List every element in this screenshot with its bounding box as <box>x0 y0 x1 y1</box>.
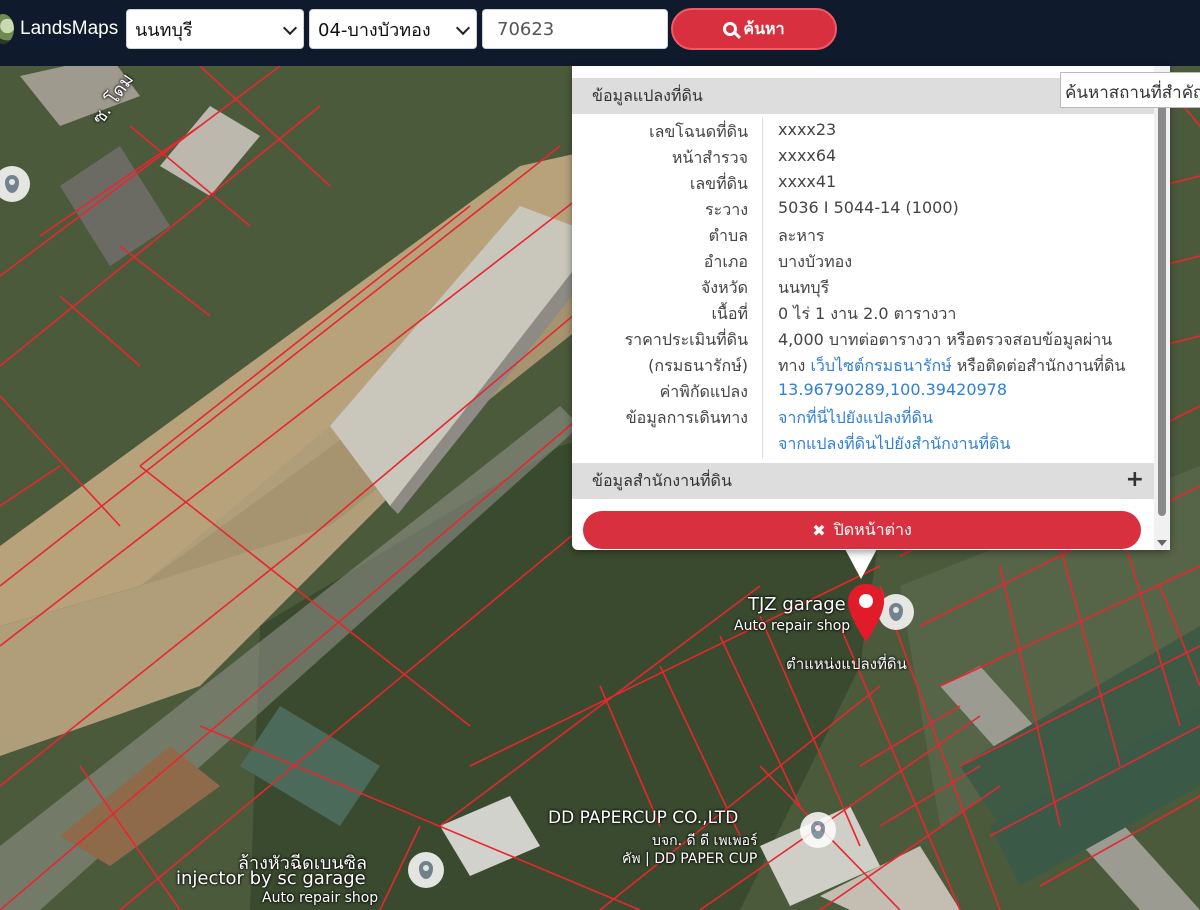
popup-scrollbar[interactable] <box>1154 66 1170 550</box>
row-label: หน้าสำรวจ <box>671 148 748 167</box>
search-button[interactable]: ค้นหา <box>671 8 837 50</box>
amphoe-select[interactable]: 04-บางบัวทอง <box>309 9 477 49</box>
scroll-down-arrow-icon[interactable] <box>1157 540 1167 546</box>
row-value: 0 ไร่ 1 งาน 2.0 ตารางวา <box>778 304 957 323</box>
info-row: จังหวัด นนทบุรี <box>572 276 1154 302</box>
poi-tjz-name[interactable]: TJZ garage <box>748 594 846 615</box>
info-row: เลขโฉนดที่ดิน xxxx23 <box>572 120 1154 146</box>
row-label: เลขที่ดิน <box>689 174 748 193</box>
row-value: xxxx64 <box>778 146 837 165</box>
row-label: ตำบล <box>708 226 748 245</box>
row-value: 4,000 บาทต่อตารางวา หรือตรวจสอบข้อมูลผ่า… <box>778 330 1113 349</box>
row-label: ระวาง <box>705 200 748 219</box>
info-row: ราคาประเมินที่ดิน 4,000 บาทต่อตารางวา หร… <box>572 328 1154 354</box>
parcel-number-input[interactable]: 70623 <box>482 9 668 49</box>
info-row: ค่าพิกัดแปลง 13.96790289,100.39420978 <box>572 380 1154 406</box>
section-title-office: ข้อมูลสำนักงานที่ดิน <box>592 470 732 490</box>
info-row: ระวาง 5036 I 5044-14 (1000) <box>572 198 1154 224</box>
top-bar: LandsMaps นนทบุรี 04-บางบัวทอง 70623 ค้น… <box>0 0 1200 66</box>
info-row: หน้าสำรวจ xxxx64 <box>572 146 1154 172</box>
scrollbar-thumb[interactable] <box>1158 76 1166 516</box>
poi-dd-name[interactable]: DD PAPERCUP CO.,LTD <box>548 808 738 828</box>
info-row: เลขที่ดิน xxxx41 <box>572 172 1154 198</box>
row-value: ทาง เว็บไซต์กรมธนารักษ์ หรือติดต่อสำนักง… <box>778 354 1125 379</box>
info-row: จากแปลงที่ดินไปยังสำนักงานที่ดิน <box>572 432 1154 458</box>
row-label: (กรมธนารักษ์) <box>648 356 748 375</box>
expand-plus-icon[interactable]: + <box>1126 467 1144 492</box>
price-prefix: ทาง <box>778 356 806 375</box>
place-search-box[interactable]: ค้นหาสถานที่สำคัญ <box>1060 72 1200 108</box>
place-search-label: ค้นหาสถานที่สำคัญ <box>1065 83 1200 103</box>
parcel-marker-label: ตำแหน่งแปลงที่ดิน <box>786 655 907 673</box>
section-header-office[interactable]: ข้อมูลสำนักงานที่ดิน + <box>572 463 1154 499</box>
coordinates-link[interactable]: 13.96790289,100.39420978 <box>778 380 1007 399</box>
row-value: บางบัวทอง <box>778 252 853 271</box>
poi-tjz-type: Auto repair shop <box>734 618 851 634</box>
row-value: xxxx23 <box>778 120 837 139</box>
poi-marker-icon[interactable] <box>408 852 444 888</box>
info-row: (กรมธนารักษ์) ทาง เว็บไซต์กรมธนารักษ์ หร… <box>572 354 1154 380</box>
row-label: เลขโฉนดที่ดิน <box>649 122 748 141</box>
globe-icon <box>0 14 14 44</box>
app-name: LandsMaps <box>20 18 119 39</box>
province-select[interactable]: นนทบุรี <box>126 9 304 49</box>
directions-to-office-link[interactable]: จากแปลงที่ดินไปยังสำนักงานที่ดิน <box>778 434 1010 453</box>
search-button-label: ค้นหา <box>743 18 785 38</box>
row-value: นนทบุรี <box>778 278 830 297</box>
treasury-website-link[interactable]: เว็บไซต์กรมธนารักษ์ <box>810 356 951 375</box>
amphoe-value: 04-บางบัวทอง <box>318 19 431 41</box>
section-title-parcel: ข้อมูลแปลงที่ดิน <box>592 85 703 105</box>
close-icon: ✖ <box>812 520 826 540</box>
province-value: นนทบุรี <box>135 19 193 41</box>
row-label: เนื้อที่ <box>711 304 748 323</box>
directions-to-parcel-link[interactable]: จากที่นี่ไปยังแปลงที่ดิน <box>778 408 933 427</box>
info-row: เนื้อที่ 0 ไร่ 1 งาน 2.0 ตารางวา <box>572 302 1154 328</box>
row-value: xxxx41 <box>778 172 837 191</box>
row-value: 5036 I 5044-14 (1000) <box>778 198 959 217</box>
parcel-info-popup: ข้อมูลแปลงที่ดิน เลขโฉนดที่ดิน xxxx23 หน… <box>572 66 1170 550</box>
chevron-down-icon <box>282 20 298 36</box>
row-label: อำเภอ <box>703 252 748 271</box>
info-row: อำเภอ บางบัวทอง <box>572 250 1154 276</box>
price-suffix: หรือติดต่อสำนักงานที่ดิน <box>956 356 1126 375</box>
parcel-number-value: 70623 <box>497 18 555 40</box>
close-window-label: ปิดหน้าต่าง <box>833 519 912 539</box>
logo[interactable]: LandsMaps <box>0 12 118 46</box>
chevron-down-icon <box>455 20 471 36</box>
close-window-button[interactable]: ✖ ปิดหน้าต่าง <box>583 511 1141 549</box>
row-value: ละหาร <box>778 226 825 245</box>
row-label: ราคาประเมินที่ดิน <box>624 330 748 349</box>
info-row: ข้อมูลการเดินทาง จากที่นี่ไปยังแปลงที่ดิ… <box>572 406 1154 432</box>
row-label: ค่าพิกัดแปลง <box>659 382 748 401</box>
poi-dd-sub: คัพ | DD PAPER CUP <box>622 851 758 867</box>
info-row: ตำบล ละหาร <box>572 224 1154 250</box>
popup-tail <box>845 549 877 579</box>
poi-sc-type: Auto repair shop <box>262 890 379 906</box>
search-icon <box>723 22 738 36</box>
row-label: ข้อมูลการเดินทาง <box>625 408 748 427</box>
parcel-location-pin-icon[interactable] <box>846 584 886 642</box>
poi-marker-icon[interactable] <box>800 812 836 848</box>
row-label: จังหวัด <box>700 278 748 297</box>
poi-sc-name[interactable]: injector by sc garage <box>176 868 366 889</box>
